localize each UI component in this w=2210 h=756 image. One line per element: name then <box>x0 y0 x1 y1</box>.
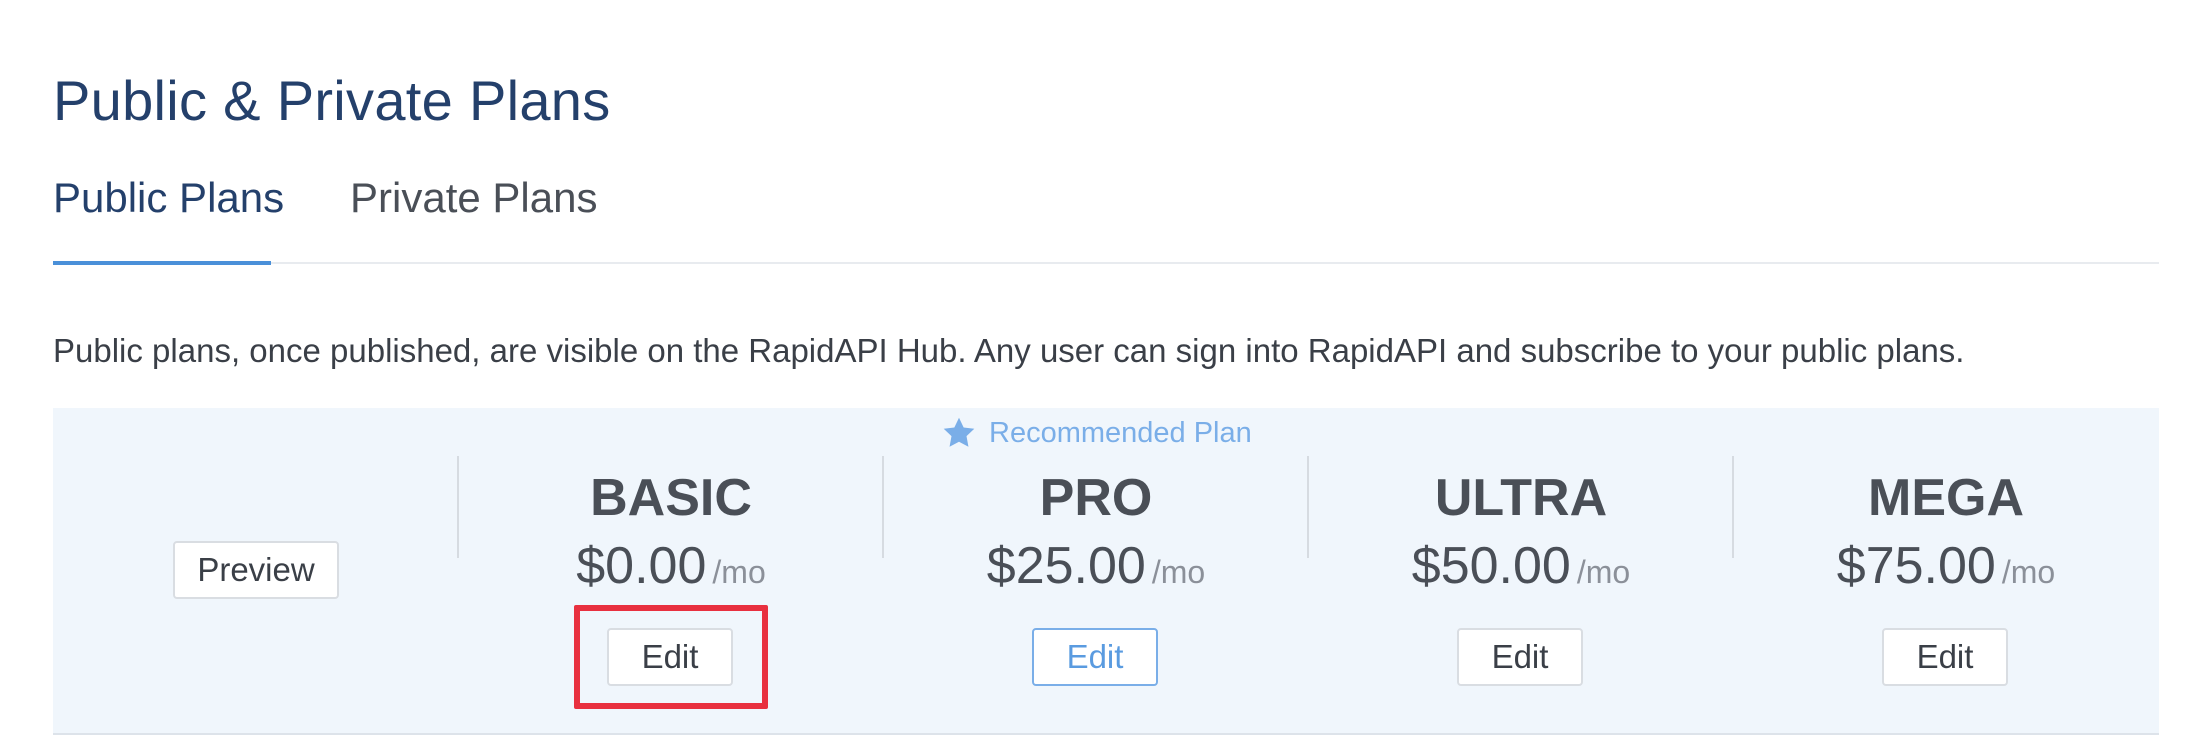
price-amount: $75.00 <box>1836 537 1996 595</box>
plan-price: $75.00/mo <box>1733 536 2159 596</box>
plan-name: MEGA <box>1868 469 2024 527</box>
edit-basic-plan-button[interactable]: Edit <box>607 628 733 686</box>
edit-ultra-plan-button[interactable]: Edit <box>1457 628 1583 686</box>
price-amount: $50.00 <box>1411 537 1571 595</box>
edit-mega-plan-button[interactable]: Edit <box>1882 628 2008 686</box>
price-amount: $25.00 <box>986 537 1146 595</box>
tab-private-plans[interactable]: Private Plans <box>350 174 597 222</box>
edit-pro-plan-button[interactable]: Edit <box>1032 628 1158 686</box>
active-tab-indicator <box>53 261 271 265</box>
plan-name: BASIC <box>590 469 752 527</box>
plans-panel: Recommended Plan Preview BASIC $0.00/mo … <box>53 408 2159 735</box>
price-unit: /mo <box>712 554 766 590</box>
star-icon <box>943 417 975 447</box>
price-amount: $0.00 <box>576 537 707 595</box>
public-plans-description: Public plans, once published, are visibl… <box>53 332 1965 369</box>
price-unit: /mo <box>1576 554 1631 590</box>
plan-name: ULTRA <box>1434 469 1608 527</box>
recommended-plan-label: Recommended Plan <box>989 416 1252 449</box>
plan-name: PRO <box>1039 469 1153 527</box>
plan-price: $25.00/mo <box>883 536 1309 596</box>
recommended-plan-badge: Recommended Plan <box>941 408 1361 458</box>
plan-price: $0.00/mo <box>458 536 884 596</box>
plan-price: $50.00/mo <box>1308 536 1734 596</box>
tab-public-plans[interactable]: Public Plans <box>53 174 284 222</box>
preview-button[interactable]: Preview <box>173 541 339 599</box>
plan-tabs: Public Plans Private Plans <box>53 150 2159 265</box>
price-unit: /mo <box>2001 554 2056 590</box>
price-unit: /mo <box>1151 554 1206 590</box>
page-title: Public & Private Plans <box>53 68 611 132</box>
